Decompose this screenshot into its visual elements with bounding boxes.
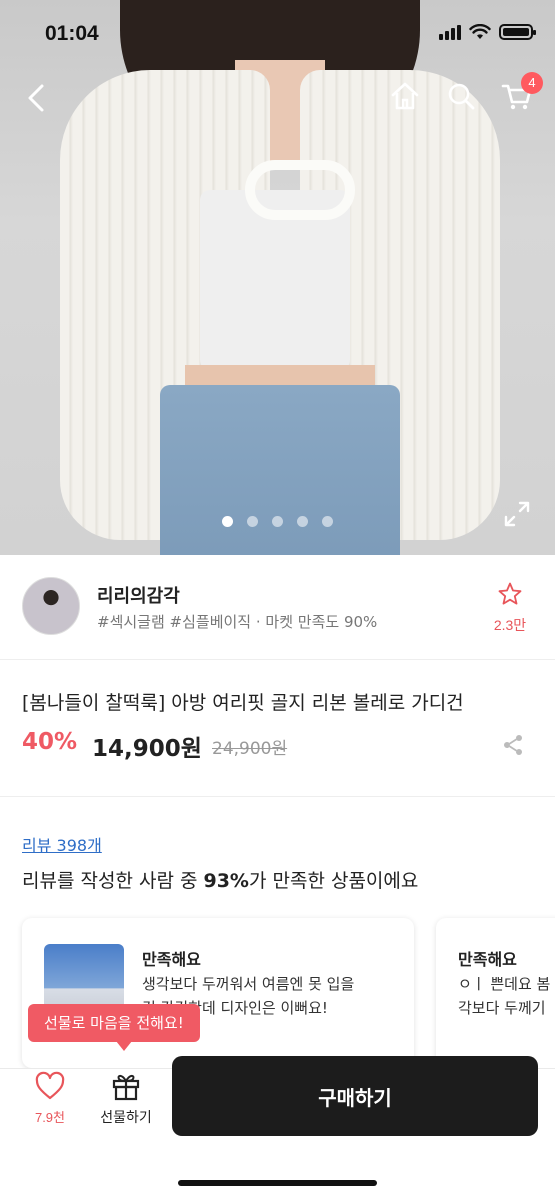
like-button[interactable]: 7.9천: [22, 1071, 78, 1126]
back-icon[interactable]: [22, 80, 52, 116]
favorite-count: 2.3만: [493, 617, 527, 633]
review-text: ㅇㅣ 쁜데요 봄 각보다 두께기: [458, 975, 551, 1017]
sale-price: 14,900원: [92, 736, 202, 762]
review-card[interactable]: 만족해요 생각보다 두꺼워서 여름엔 못 입을 것 같긴한데 디자인은 이뻐요!: [22, 918, 414, 1068]
product-page: 01:04 4 리리의감각 #섹시글램 #심플베이직 · 마켓 만족도 90% …: [0, 0, 555, 1200]
review-summary: 리뷰를 작성한 사람 중 93%가 만족한 상품이에요: [22, 870, 419, 892]
pagination-dot[interactable]: [272, 516, 283, 527]
home-indicator[interactable]: [178, 1180, 377, 1186]
product-info: [봄나들이 찰떡룩] 아방 여리핏 골지 리본 볼레로 가디건 40% 14,9…: [0, 661, 555, 797]
seller-avatar[interactable]: [22, 577, 80, 635]
buy-button[interactable]: 구매하기: [172, 1056, 538, 1136]
seller-section[interactable]: 리리의감각 #섹시글램 #심플베이직 · 마켓 만족도 90% 2.3만: [0, 555, 555, 660]
battery-icon: [499, 24, 536, 40]
seller-tags: #섹시글램 #심플베이직 · 마켓 만족도 90%: [97, 613, 378, 631]
cart-count-badge: 4: [521, 72, 543, 94]
status-time: 01:04: [45, 22, 99, 45]
search-icon[interactable]: [443, 78, 479, 114]
wifi-icon: [469, 24, 491, 39]
review-rating-label: 만족해요: [142, 950, 201, 969]
pagination-dot[interactable]: [297, 516, 308, 527]
seller-name[interactable]: 리리의감각: [97, 582, 180, 608]
cart-button[interactable]: 4: [499, 72, 543, 114]
review-rating-label: 만족해요: [458, 950, 517, 969]
pagination-dot[interactable]: [247, 516, 258, 527]
store-favorite-button[interactable]: 2.3만: [487, 581, 533, 635]
gallery-pagination: [222, 516, 333, 527]
home-icon[interactable]: [387, 78, 423, 114]
pagination-dot[interactable]: [222, 516, 233, 527]
share-icon[interactable]: [501, 733, 525, 757]
signal-icon: [439, 24, 461, 40]
pagination-dot[interactable]: [322, 516, 333, 527]
like-count: 7.9천: [34, 1110, 66, 1125]
original-price: 24,900원: [212, 739, 288, 759]
top-nav: 4: [0, 72, 555, 124]
gift-tooltip[interactable]: 선물로 마음을 전해요!: [28, 1004, 200, 1051]
expand-icon[interactable]: [503, 500, 531, 528]
gift-button[interactable]: 선물하기: [92, 1071, 160, 1127]
discount-rate: 40%: [22, 729, 78, 755]
review-count-link[interactable]: 리뷰 398개: [22, 832, 102, 856]
gift-label: 선물하기: [100, 1110, 152, 1126]
star-icon: [498, 582, 522, 605]
review-card[interactable]: 만족해요 ㅇㅣ 쁜데요 봄 각보다 두께기: [436, 918, 555, 1068]
product-title: [봄나들이 찰떡룩] 아방 여리핏 골지 리본 볼레로 가디건: [22, 692, 464, 714]
gift-icon: [112, 1074, 140, 1101]
heart-icon: [35, 1071, 65, 1100]
status-bar: 01:04: [0, 0, 555, 70]
